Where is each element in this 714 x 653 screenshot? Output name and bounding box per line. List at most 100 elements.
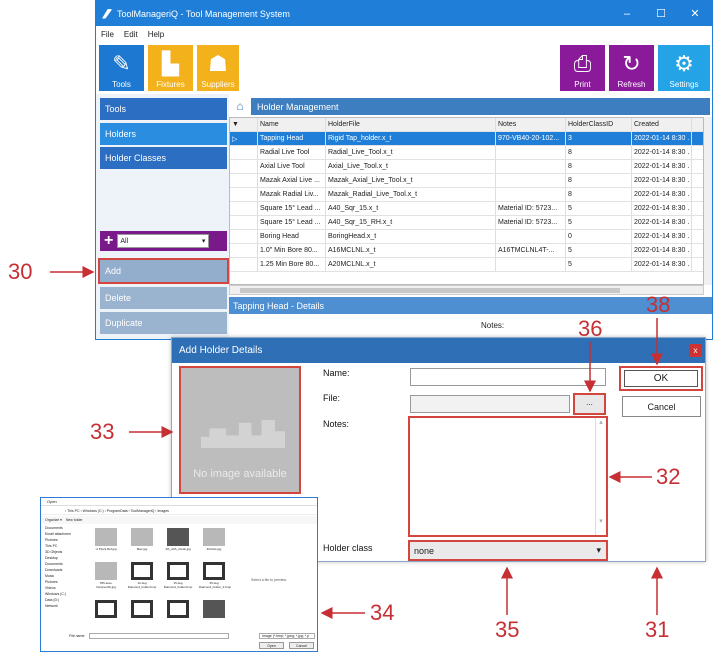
filter-select[interactable]: All ▾ xyxy=(117,234,210,248)
table-row[interactable]: ▷ Tapping Head Rigid Tap_holder.x_t 970-VB4… xyxy=(230,132,703,146)
holder-class-label: Holder class xyxy=(323,543,373,553)
holder-class-select[interactable]: none ▾ xyxy=(408,540,608,561)
file-item[interactable]: Max.jpg xyxy=(127,528,157,551)
minimize-button[interactable]: – xyxy=(610,8,644,20)
settings-button[interactable]: ⚙ Settings xyxy=(658,45,710,91)
file-item[interactable]: T86 auto-hcuteverbit.jpg xyxy=(91,562,121,589)
table-row[interactable]: Radial Live Tool Radial_Live_Tool.x_t 8 202… xyxy=(230,146,703,160)
notes-scrollbar[interactable]: ▴ ▾ xyxy=(595,418,606,535)
table-row[interactable]: Square 15° Lead ... A40_Sqr_15.x_t Materia… xyxy=(230,202,703,216)
table-cell: 2022-01-14 8:30 . xyxy=(632,188,692,201)
print-button[interactable]: ⎙ Print xyxy=(560,45,605,91)
sidebar-item-holder-classes[interactable]: Holder Classes xyxy=(100,147,227,169)
placeholder-image-icon xyxy=(201,420,285,448)
file-item[interactable]: 35 deg Diamond_holder_2.bmp xyxy=(199,562,231,589)
browse-button[interactable]: ... xyxy=(573,393,606,415)
column-header-created[interactable]: Created xyxy=(632,118,692,131)
row-selector[interactable] xyxy=(230,258,258,271)
file-grid: -2 Pluck Ref.jpg Max.jpg 4th_with_chuck.jp… xyxy=(91,528,241,628)
duplicate-button[interactable]: Duplicate xyxy=(100,312,227,334)
file-item[interactable] xyxy=(163,600,193,619)
table-cell: 2022-01-14 8:30 . xyxy=(632,174,692,187)
file-name-input[interactable] xyxy=(89,633,229,639)
main-window: ToolManageriQ - Tool Management System –… xyxy=(95,0,713,340)
app-icon xyxy=(102,8,112,19)
tools-button[interactable]: ✎ Tools xyxy=(99,45,144,91)
sidebar-item-holders[interactable]: Holders xyxy=(100,123,227,145)
menu-edit[interactable]: Edit xyxy=(124,30,138,39)
folder-tree-item[interactable]: Network xyxy=(45,603,89,609)
row-selector[interactable] xyxy=(230,230,258,243)
table-cell xyxy=(496,230,566,243)
maximize-button[interactable]: ☐ xyxy=(644,7,678,20)
row-selector[interactable] xyxy=(230,244,258,257)
file-item[interactable] xyxy=(199,600,229,619)
grid-horizontal-scrollbar[interactable] xyxy=(229,285,704,295)
row-selector[interactable] xyxy=(230,160,258,173)
table-cell xyxy=(496,174,566,187)
row-selector[interactable] xyxy=(230,188,258,201)
file-dialog-cancel-button[interactable]: Cancel xyxy=(289,642,314,649)
file-item[interactable] xyxy=(127,600,157,619)
file-field[interactable] xyxy=(410,395,570,413)
sidebar: Tools Holders Holder Classes + All ▾ Add… xyxy=(96,94,229,339)
home-icon[interactable]: ⌂ xyxy=(229,98,251,115)
row-selector-icon[interactable]: ▷ xyxy=(230,132,258,145)
row-selector[interactable] xyxy=(230,202,258,215)
filter-icon[interactable]: ▼ xyxy=(230,118,258,131)
name-field[interactable] xyxy=(410,368,606,386)
delete-button[interactable]: Delete xyxy=(100,287,227,309)
column-header-name[interactable]: Name xyxy=(258,118,326,131)
file-item[interactable]: 4th_with_chuck.jpg xyxy=(163,528,193,551)
table-row[interactable]: 1.0" Min Bore 80... A16MCLNL.x_t A16TMCLNL… xyxy=(230,244,703,258)
dialog-close-button[interactable]: x xyxy=(689,344,702,357)
file-name: Max.jpg xyxy=(136,547,148,551)
refresh-label: Refresh xyxy=(617,80,646,89)
menu-help[interactable]: Help xyxy=(148,30,164,39)
file-thumbnail xyxy=(131,528,153,546)
file-type-select[interactable]: Image (*.bmp; *.jpeg; *.jpg; *.p xyxy=(259,633,315,639)
notes-textarea[interactable]: ▴ ▾ xyxy=(408,416,608,537)
table-row[interactable]: Mazak Axial Live ... Mazak_Axial_Live_Too… xyxy=(230,174,703,188)
file-item[interactable]: 4thAxis.jpg xyxy=(199,528,229,551)
table-cell: Mazak Axial Live ... xyxy=(258,174,326,187)
title-bar: ToolManageriQ - Tool Management System –… xyxy=(96,1,712,26)
holders-grid: ▼ Name HolderFile Notes HolderClassID Cr… xyxy=(229,117,704,285)
sidebar-item-tools[interactable]: Tools xyxy=(100,98,227,120)
row-selector[interactable] xyxy=(230,216,258,229)
close-button[interactable]: ✕ xyxy=(678,7,712,20)
holder-image-box[interactable]: No image available xyxy=(179,366,301,494)
plus-icon[interactable]: + xyxy=(104,233,113,249)
table-row[interactable]: Axial Live Tool Axial_Live_Tool.x_t 8 2022-… xyxy=(230,160,703,174)
menu-file[interactable]: File xyxy=(101,30,114,39)
ok-button[interactable]: OK xyxy=(619,366,703,391)
file-item[interactable]: 12 deg Diamond_holder.bmp xyxy=(127,562,157,589)
fixture-icon: ▙ xyxy=(162,51,179,76)
file-item[interactable]: 15 deg Diamond_holder.bmp xyxy=(163,562,193,589)
column-header-notes[interactable]: Notes xyxy=(496,118,566,131)
details-header: Tapping Head - Details xyxy=(229,297,712,314)
new-folder-button[interactable]: New folder xyxy=(66,518,83,522)
open-button[interactable]: Open xyxy=(259,642,284,649)
file-dialog-toolbar: Organize ▾ New folder xyxy=(41,516,317,524)
suppliers-button[interactable]: ☗ Suppliers xyxy=(197,45,239,91)
column-header-holderfile[interactable]: HolderFile xyxy=(326,118,496,131)
table-row[interactable]: Square 15° Lead ... A40_Sqr_15_RH.x_t Mate… xyxy=(230,216,703,230)
fixtures-button[interactable]: ▙ Fixtures xyxy=(148,45,193,91)
cancel-button[interactable]: Cancel xyxy=(622,396,701,417)
table-row[interactable]: 1.25 Min Bore 80... A20MCLNL.x_t 5 2022-01-… xyxy=(230,258,703,272)
organize-button[interactable]: Organize ▾ xyxy=(45,518,62,522)
file-dialog-path[interactable]: › This PC › Windows (C:) › ProgramData ›… xyxy=(41,507,317,515)
row-selector[interactable] xyxy=(230,146,258,159)
add-button[interactable]: Add xyxy=(98,258,229,284)
page-title: Holder Management xyxy=(257,101,339,112)
file-item[interactable] xyxy=(91,600,121,619)
scroll-thumb[interactable] xyxy=(240,288,620,293)
grid-vertical-scrollbar[interactable] xyxy=(704,117,712,285)
file-item[interactable]: -2 Pluck Ref.jpg xyxy=(91,528,121,551)
column-header-holderclassid[interactable]: HolderClassID xyxy=(566,118,632,131)
table-row[interactable]: Boring Head BoringHead.x_t 0 2022-01-14 8:3… xyxy=(230,230,703,244)
table-row[interactable]: Mazak Radial Liv... Mazak_Radial_Live_Too… xyxy=(230,188,703,202)
refresh-button[interactable]: ↻ Refresh xyxy=(609,45,654,91)
row-selector[interactable] xyxy=(230,174,258,187)
